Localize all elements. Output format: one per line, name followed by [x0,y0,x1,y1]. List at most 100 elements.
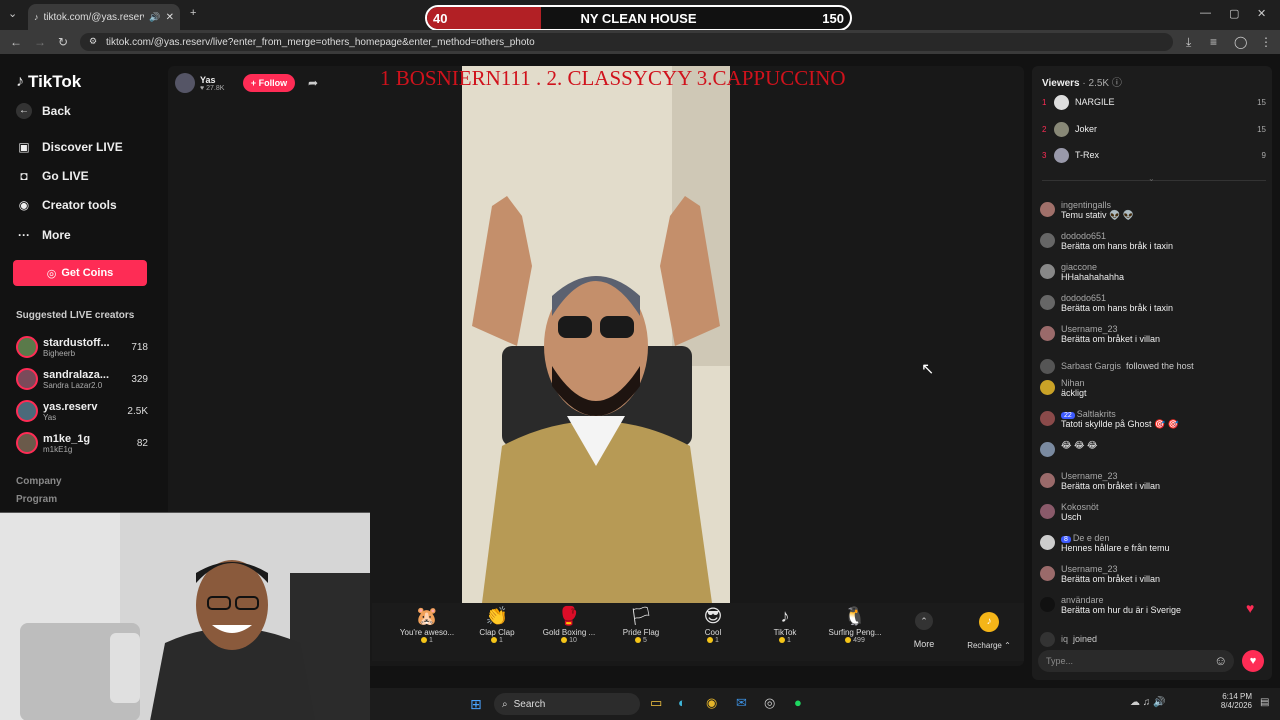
share-icon[interactable]: ➦ [308,76,318,90]
forward-arrow-icon[interactable]: → [34,35,46,49]
media-control-icon[interactable]: ≡ [1210,35,1217,49]
speaker-icon[interactable]: 🔊 [149,12,160,23]
chat-avatar[interactable] [1040,359,1055,374]
chat-avatar[interactable] [1040,326,1055,341]
chat-avatar[interactable] [1040,535,1055,550]
chat-message[interactable]: Nihan äckligt [1040,378,1268,398]
chat-avatar[interactable] [1040,504,1055,519]
nav-go-live[interactable]: ◘ Go LIVE [16,169,88,183]
chevron-down-icon[interactable]: ⌄ [1148,174,1155,183]
gift-item[interactable]: 😎 Cool 1 [680,606,746,644]
windows-start-icon[interactable]: ⊞ [470,696,482,713]
chat-username[interactable]: ingentingalls [1061,200,1134,210]
browser-tab[interactable]: ♪ tiktok.com/@yas.reserv/live 🔊 ✕ [28,4,180,30]
chat-message[interactable]: Username_23 Berätta om bråket i villan [1040,564,1268,584]
minimize-icon[interactable]: — [1200,7,1211,19]
chat-username[interactable]: Kokosnöt [1061,502,1099,512]
chat-username[interactable]: dododo651 [1061,293,1173,303]
chat-message[interactable]: användare Berätta om hur du är i Sverige [1040,595,1268,615]
chat-avatar[interactable] [1040,233,1055,248]
chat-username[interactable]: giaccone [1061,262,1124,272]
notification-icon[interactable]: ▤ [1260,697,1269,708]
live-video[interactable] [462,66,730,603]
app-icon[interactable]: ◎ [764,695,775,711]
recharge-button[interactable]: ♪ Recharge ⌃ [962,612,1016,650]
suggested-creator[interactable]: sandralaza... Sandra Lazar2.0 329 [16,364,148,394]
nav-discover-live[interactable]: ▣ Discover LIVE [16,140,122,154]
chat-message[interactable]: 😂 😂 😂 [1040,440,1268,457]
chat-username[interactable]: Username_23 [1061,564,1160,574]
suggested-creator[interactable]: m1ke_1g m1kE1g 82 [16,428,148,458]
close-window-icon[interactable]: ✕ [1257,7,1266,20]
chat-message[interactable]: Sarbast Gargis followed the host [1040,357,1268,374]
chat-username[interactable]: användare [1061,595,1181,605]
viewer-row[interactable]: 3 T-Rex 9 [1042,146,1266,164]
suggested-creator[interactable]: yas.reserv Yas 2.5K [16,396,148,426]
nav-creator-tools[interactable]: ◉ Creator tools [16,198,117,212]
follow-button[interactable]: + Follow [243,74,295,92]
chat-avatar[interactable] [1040,597,1055,612]
chat-avatar[interactable] [1040,566,1055,581]
menu-dots-icon[interactable]: ⋮ [1260,35,1272,49]
mail-icon[interactable]: ✉ [736,695,747,711]
system-tray-icons[interactable]: ☁ ♫ 🔊 [1130,697,1166,708]
chat-username[interactable]: 8 De e den [1061,533,1170,543]
spotify-icon[interactable]: ● [794,695,802,710]
chat-avatar[interactable] [1040,442,1055,457]
gift-item[interactable]: ♪ TikTok 1 [752,606,818,644]
close-tab-icon[interactable]: ✕ [166,12,174,23]
gift-item[interactable]: 🥊 Gold Boxing ... 10 [536,606,602,644]
gift-item[interactable]: 🐧 Surfing Peng... 499 [822,606,888,644]
chat-message[interactable]: iq joined [1040,630,1268,647]
url-field[interactable]: ⚙ tiktok.com/@yas.reserv/live?enter_from… [80,33,1173,51]
gift-item[interactable]: 🐹 You're aweso... 1 [394,606,460,644]
back-arrow-icon[interactable]: ← [10,35,22,49]
chat-username[interactable]: Username_23 [1061,471,1160,481]
gift-item[interactable]: 🏳 Pride Flag 5 [608,606,674,644]
chat-username[interactable]: Nihan [1061,378,1087,388]
file-explorer-icon[interactable]: ▭ [650,695,662,711]
chat-message[interactable]: 8 De e den Hennes hållare e från temu [1040,533,1268,553]
download-icon[interactable]: ⤓ [1186,35,1191,50]
back-button[interactable]: ← Back [16,103,71,119]
chat-avatar[interactable] [1040,202,1055,217]
chat-avatar[interactable] [1040,380,1055,395]
send-heart-button[interactable]: ♥ [1242,650,1264,672]
chat-avatar[interactable] [1040,295,1055,310]
chat-message[interactable]: giaccone HHahahahahha [1040,262,1268,282]
maximize-icon[interactable]: ▢ [1229,7,1239,20]
chat-username[interactable]: dododo651 [1061,231,1173,241]
chat-message[interactable]: Kokosnöt Usch [1040,502,1268,522]
chat-message[interactable]: Username_23 Berätta om bråket i villan [1040,471,1268,491]
chat-input[interactable] [1038,650,1234,672]
tab-list-icon[interactable]: ⌄ [8,7,17,20]
footer-link-company[interactable]: Company [16,476,62,487]
nav-more[interactable]: ··· More [16,228,71,242]
footer-link-program[interactable]: Program [16,494,57,505]
chat-message[interactable]: Username_23 Berätta om bråket i villan [1040,324,1268,344]
info-icon[interactable]: ⓘ [1112,78,1122,89]
chat-message[interactable]: ingentingalls Temu stativ 👽 👽 [1040,200,1268,221]
emoji-icon[interactable]: ☺ [1214,653,1227,668]
chat-username[interactable]: Sarbast Gargis [1061,361,1121,371]
suggested-creator[interactable]: stardustoff... Bigheerb 718 [16,332,148,362]
tiktok-logo[interactable]: ♪ TikTok [16,72,81,92]
site-info-icon[interactable]: ⚙ [89,36,97,47]
chat-avatar[interactable] [1040,264,1055,279]
chat-message[interactable]: 22 Saltlakrits Tatoti skyllde på Ghost 🎯 🎯 [1040,409,1268,430]
chat-avatar[interactable] [1040,411,1055,426]
taskbar-search[interactable]: ⌕ Search [494,693,640,715]
viewer-row[interactable]: 1 NARGILE 15 [1042,93,1266,111]
chat-avatar[interactable] [1040,473,1055,488]
get-coins-button[interactable]: ◎ Get Coins [13,260,147,286]
gift-more-button[interactable]: ⌃ More [904,612,944,649]
reload-icon[interactable]: ↻ [58,35,68,49]
profile-icon[interactable]: ◯ [1234,35,1247,49]
chat-username[interactable]: 22 Saltlakrits [1061,409,1179,419]
gift-item[interactable]: 👏 Clap Clap 1 [464,606,530,644]
host-avatar[interactable] [175,73,195,93]
edge-browser-icon[interactable]: ◐ [678,695,686,710]
chat-message[interactable]: dododo651 Berätta om hans bråk i taxin [1040,293,1268,313]
chat-avatar[interactable] [1040,632,1055,647]
chat-username[interactable]: iq [1061,634,1068,644]
